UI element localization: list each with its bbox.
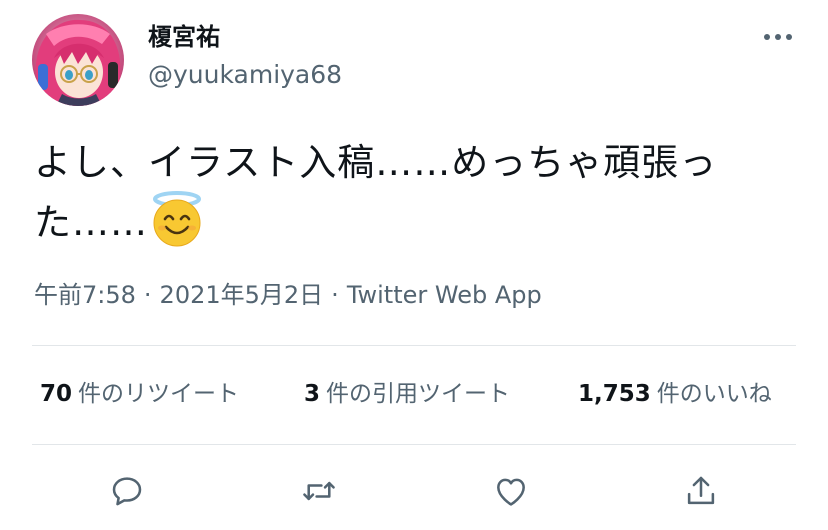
user-avatar-image (32, 14, 124, 106)
tweet-text: よし、イラスト入稿……めっちゃ頑張っ た…… (34, 134, 794, 248)
retweets-label: 件のリツイート (78, 381, 240, 407)
like-button[interactable] (486, 466, 536, 516)
quotes-label: 件の引用ツイート (326, 381, 511, 407)
retweets-stat[interactable]: 70 件のリツイート (40, 376, 239, 412)
tweet-text-line-2: た…… (34, 191, 794, 248)
tweet-source-link[interactable]: Twitter Web App (347, 281, 542, 309)
user-handle[interactable]: @yuukamiya68 (148, 58, 342, 92)
reply-button[interactable] (102, 466, 152, 516)
more-dots-icon (764, 34, 792, 40)
tweet-text-line-1: よし、イラスト入稿……めっちゃ頑張っ (34, 141, 718, 184)
quotes-stat[interactable]: 3 件の引用ツイート (304, 376, 510, 412)
engagement-stats: 70 件のリツイート 3 件の引用ツイート 1,753 件のいいね (34, 376, 814, 412)
avatar[interactable] (32, 14, 124, 106)
reply-icon (112, 477, 142, 506)
action-bar (0, 466, 828, 516)
like-icon (497, 478, 525, 506)
quotes-count: 3 (304, 381, 321, 407)
likes-stat[interactable]: 1,753 件のいいね (578, 376, 772, 412)
share-button[interactable] (676, 466, 726, 516)
tweet-meta: 午前7:58 · 2021年5月2日 · Twitter Web App (34, 278, 542, 312)
divider-bottom (32, 444, 796, 445)
divider-top (32, 345, 796, 346)
retweet-button[interactable] (294, 466, 344, 516)
tweet-date-link[interactable]: 2021年5月2日 (160, 281, 324, 309)
tweet-text-line-2-text: た…… (34, 201, 148, 244)
smiling-face-with-halo-icon (150, 191, 204, 247)
display-name[interactable]: 榎宮祐 (148, 20, 220, 54)
more-options-button[interactable] (756, 22, 800, 52)
meta-separator: · (143, 281, 152, 309)
retweets-count: 70 (40, 381, 73, 407)
likes-label: 件のいいね (656, 381, 772, 407)
meta-separator: · (331, 281, 339, 309)
retweet-icon (303, 481, 335, 501)
likes-count: 1,753 (578, 381, 651, 407)
share-icon (687, 476, 715, 505)
tweet-time-link[interactable]: 午前7:58 (34, 281, 136, 309)
